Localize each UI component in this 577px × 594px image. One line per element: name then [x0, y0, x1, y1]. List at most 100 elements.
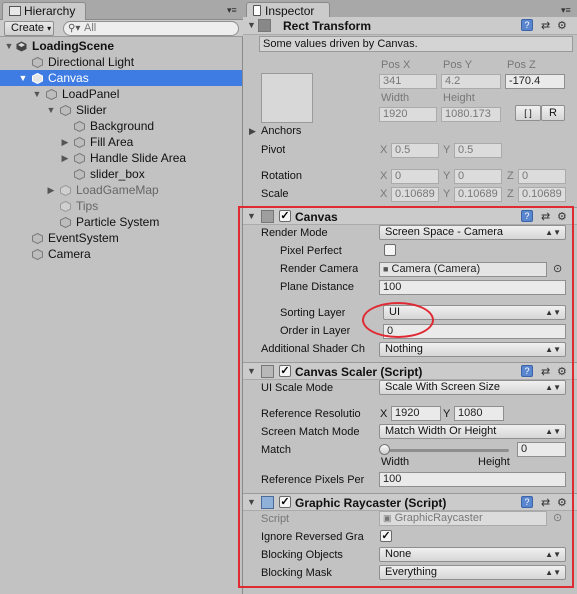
pos-z-label: Pos Z [507, 59, 536, 71]
pos-z-field[interactable]: -170.4 [505, 74, 565, 89]
gameobject-icon [74, 169, 85, 180]
gameobject-icon [46, 89, 57, 100]
rot-z-axis: Z [507, 170, 514, 182]
gameobject-icon [74, 121, 85, 132]
gameobject-icon [32, 57, 43, 68]
hierarchy-tab-strip: Hierarchy ▾≡ [0, 0, 243, 20]
collapsed-arrow-icon[interactable]: ▶ [60, 150, 70, 166]
rect-transform-title: Rect Transform [283, 19, 372, 33]
create-label: Create [11, 22, 45, 34]
gameobject-icon [32, 73, 43, 84]
tree-item-handle-slide-area[interactable]: ▶ Handle Slide Area [0, 150, 242, 166]
expand-arrow-icon[interactable]: ▼ [247, 20, 256, 30]
height-label: Height [443, 92, 475, 104]
scale-z-field[interactable]: 0.10689 [518, 187, 566, 202]
preset-icon[interactable]: ⇄ [541, 19, 550, 32]
rotation-x-field[interactable]: 0 [391, 169, 439, 184]
tree-item-label: Camera [48, 247, 91, 261]
tree-item-eventsystem[interactable]: EventSystem [0, 230, 242, 246]
gear-icon[interactable]: ⚙ [557, 19, 567, 32]
scene-label: LoadingScene [32, 39, 115, 53]
height-field[interactable]: 1080.173 [441, 107, 501, 122]
raw-edit-button[interactable]: R [541, 105, 565, 121]
inspector-panel: Inspector ▾≡ ▼ Rect Transform ? ⇄ ⚙ Some… [238, 0, 577, 594]
pivot-y-field[interactable]: 0.5 [454, 143, 502, 158]
tree-item-fill-area[interactable]: ▶ Fill Area [0, 134, 242, 150]
tab-hierarchy[interactable]: Hierarchy [2, 2, 86, 20]
chevron-down-icon: ▾ [47, 24, 52, 33]
scale-x-axis: X [380, 188, 388, 200]
panel-menu-icon[interactable]: ▾≡ [227, 6, 239, 15]
rotation-label: Rotation [261, 170, 302, 182]
scale-x-field[interactable]: 0.10689 [391, 187, 439, 202]
hierarchy-panel: Hierarchy ▾≡ Create ▾ ⚲▾ All ▼ LoadingSce… [0, 0, 243, 594]
tree-item-camera[interactable]: Camera [0, 246, 242, 262]
collapsed-arrow-icon[interactable]: ▶ [46, 182, 56, 198]
tree-item-loadpanel[interactable]: ▼ LoadPanel [0, 86, 242, 102]
highlight-oval [362, 302, 434, 338]
expand-arrow-icon[interactable]: ▼ [4, 38, 14, 54]
tree-item-label: EventSystem [48, 231, 119, 245]
hierarchy-tab-label: Hierarchy [24, 4, 76, 18]
blueprint-mode-button[interactable]: [ ] [515, 105, 541, 121]
scale-z-axis: Z [507, 188, 514, 200]
anchor-presets-button[interactable] [261, 73, 313, 123]
tree-item-particle-system[interactable]: Particle System [0, 214, 242, 230]
tree-item-label: Directional Light [48, 55, 135, 69]
info-icon [253, 5, 261, 16]
tree-item-label: Fill Area [90, 135, 134, 149]
tree-item-directional-light[interactable]: Directional Light [0, 54, 242, 70]
expand-arrow-icon[interactable]: ▼ [32, 86, 42, 102]
rotation-z-field[interactable]: 0 [518, 169, 566, 184]
tree-item-slider[interactable]: ▼ Slider [0, 102, 242, 118]
rot-y-axis: Y [443, 170, 451, 182]
help-icon[interactable]: ? [521, 19, 533, 31]
pos-y-field[interactable]: 4.2 [441, 74, 501, 89]
tree-item-label: Slider [76, 103, 107, 117]
gameobject-icon [60, 217, 71, 228]
list-icon [9, 6, 21, 16]
component-header-icons: ? ⇄ ⚙ [521, 19, 571, 33]
width-field[interactable]: 1920 [379, 107, 437, 122]
expand-arrow-icon[interactable]: ▼ [46, 102, 56, 118]
anchors-label: Anchors [261, 125, 302, 137]
pivot-x-axis: X [380, 144, 388, 156]
gameobject-icon [32, 249, 43, 260]
rect-transform-header[interactable]: ▼ Rect Transform ? ⇄ ⚙ [243, 17, 577, 35]
scene-row[interactable]: ▼ LoadingScene [0, 38, 242, 54]
rot-x-axis: X [380, 170, 388, 182]
hierarchy-search-input[interactable]: ⚲▾ All [63, 21, 239, 36]
tree-item-label: Background [90, 119, 155, 133]
pos-x-label: Pos X [381, 59, 411, 71]
create-button[interactable]: Create ▾ [4, 21, 54, 36]
tree-item-tips[interactable]: Tips [0, 198, 242, 214]
scale-y-field[interactable]: 0.10689 [454, 187, 502, 202]
collapsed-arrow-icon[interactable]: ▶ [249, 126, 256, 137]
tree-item-slider-box[interactable]: slider_box [0, 166, 242, 182]
rect-transform-icon [258, 19, 271, 32]
scale-y-axis: Y [443, 188, 451, 200]
driven-info-box: Some values driven by Canvas. [259, 36, 573, 52]
highlight-rectangle [238, 206, 574, 588]
tree-item-canvas[interactable]: ▼ Canvas [0, 70, 242, 86]
collapsed-arrow-icon[interactable]: ▶ [60, 134, 70, 150]
hierarchy-toolbar: Create ▾ ⚲▾ All [0, 20, 243, 37]
rotation-y-field[interactable]: 0 [454, 169, 502, 184]
unity-scene-icon [16, 41, 27, 52]
pivot-x-field[interactable]: 0.5 [391, 143, 439, 158]
gameobject-icon [60, 201, 71, 212]
tree-item-label: slider_box [90, 167, 145, 181]
pos-x-field[interactable]: 341 [379, 74, 437, 89]
panel-menu-icon[interactable]: ▾≡ [561, 6, 573, 15]
tree-item-label: Handle Slide Area [90, 151, 187, 165]
expand-arrow-icon[interactable]: ▼ [18, 70, 28, 86]
driven-info-text: Some values driven by Canvas. [263, 38, 418, 50]
tree-item-background[interactable]: Background [0, 118, 242, 134]
gameobject-icon [32, 233, 43, 244]
pos-y-label: Pos Y [443, 59, 473, 71]
gameobject-icon [60, 105, 71, 116]
gameobject-icon [74, 137, 85, 148]
pivot-label: Pivot [261, 144, 286, 156]
tree-item-label: Particle System [76, 215, 160, 229]
tree-item-loadgamemap[interactable]: ▶ LoadGameMap [0, 182, 242, 198]
